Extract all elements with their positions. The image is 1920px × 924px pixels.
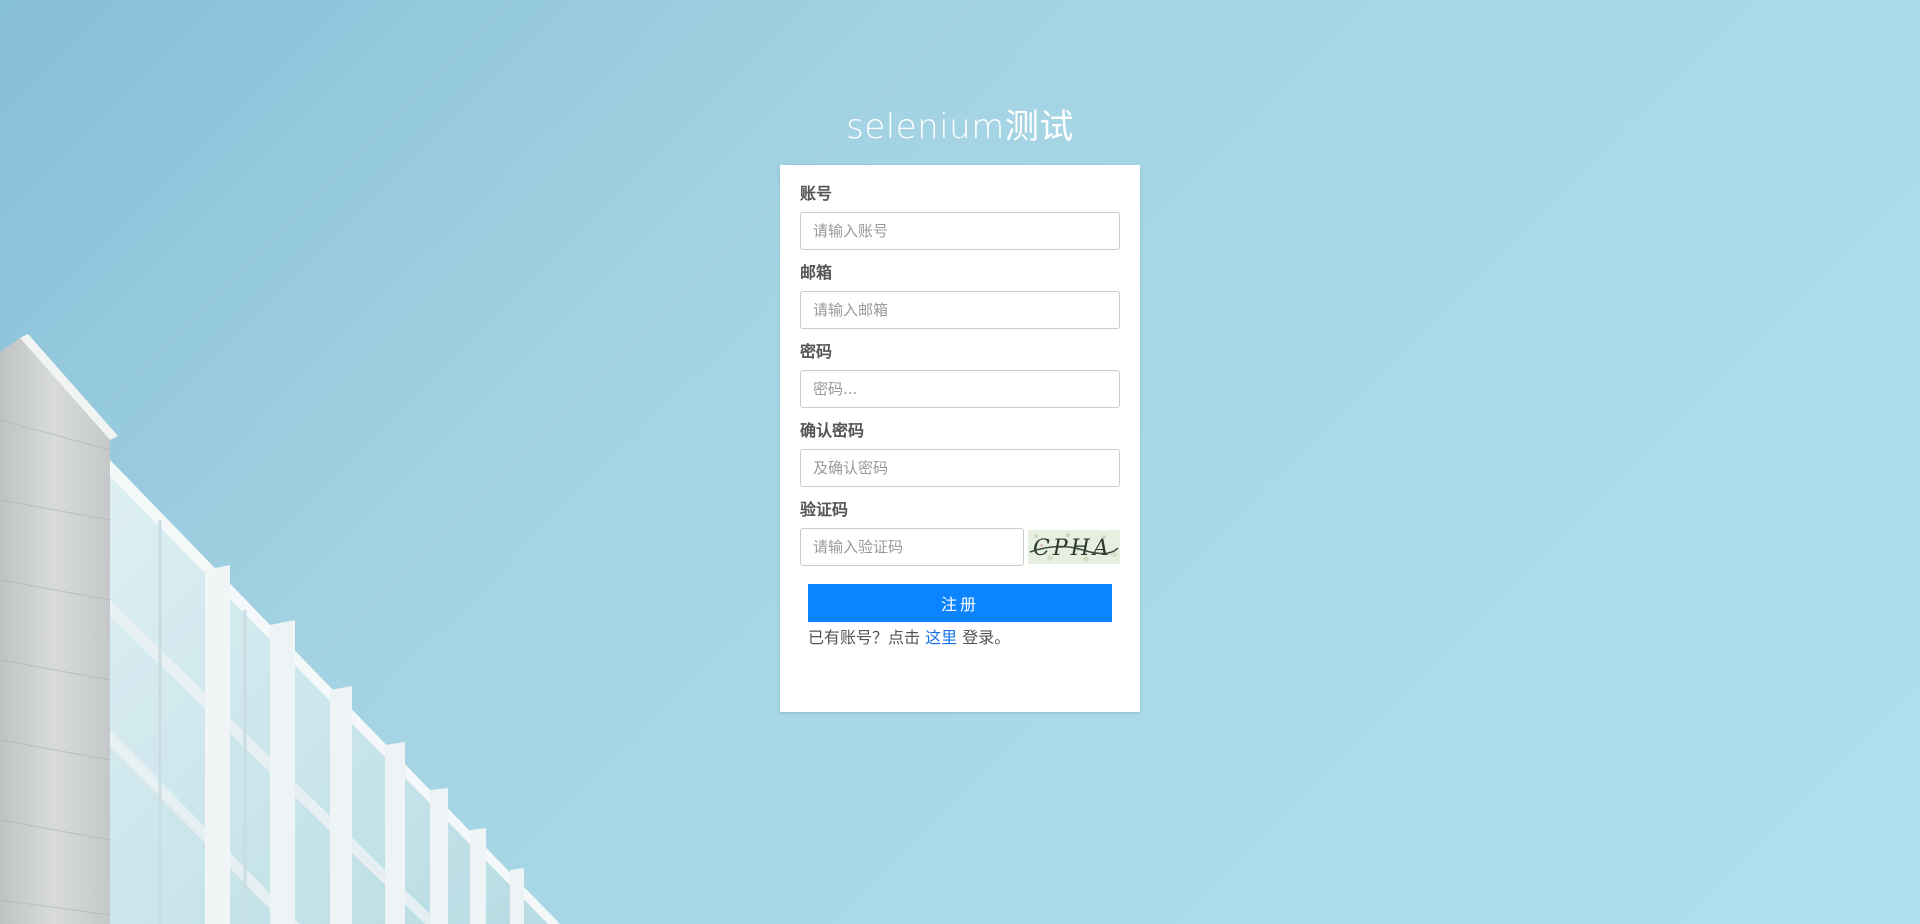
captcha-row: CPHA <box>800 528 1120 566</box>
register-card: 账号 邮箱 密码 确认密码 验证码 <box>780 165 1140 712</box>
confirm-password-input[interactable] <box>800 449 1120 487</box>
confirm-password-label: 确认密码 <box>800 421 865 440</box>
email-input[interactable] <box>800 291 1120 329</box>
captcha-input[interactable] <box>800 528 1024 566</box>
password-field-group: 密码 <box>800 341 1120 408</box>
confirm-password-field-group: 确认密码 <box>800 420 1120 487</box>
email-field-group: 邮箱 <box>800 262 1120 329</box>
captcha-text: CPHA <box>1033 536 1112 561</box>
account-label: 账号 <box>800 184 833 203</box>
login-hint-suffix: 登录。 <box>962 628 1011 647</box>
captcha-label: 验证码 <box>800 500 849 519</box>
login-hint-prefix: 已有账号？点击 <box>808 628 921 647</box>
account-field-group: 账号 <box>800 183 1120 250</box>
login-hint: 已有账号？点击 这里 登录。 <box>808 626 1120 650</box>
register-form: 账号 邮箱 密码 确认密码 验证码 <box>800 183 1120 650</box>
account-input[interactable] <box>800 212 1120 250</box>
password-input[interactable] <box>800 370 1120 408</box>
email-label: 邮箱 <box>800 263 833 282</box>
password-label: 密码 <box>800 342 833 361</box>
register-button[interactable]: 注册 <box>808 584 1112 622</box>
captcha-field-group: 验证码 请输入验证码 CPHA <box>800 499 1120 566</box>
page-title: selenium测试 <box>846 107 1074 147</box>
captcha-image[interactable]: CPHA <box>1028 530 1120 564</box>
login-link[interactable]: 这里 <box>925 628 957 647</box>
